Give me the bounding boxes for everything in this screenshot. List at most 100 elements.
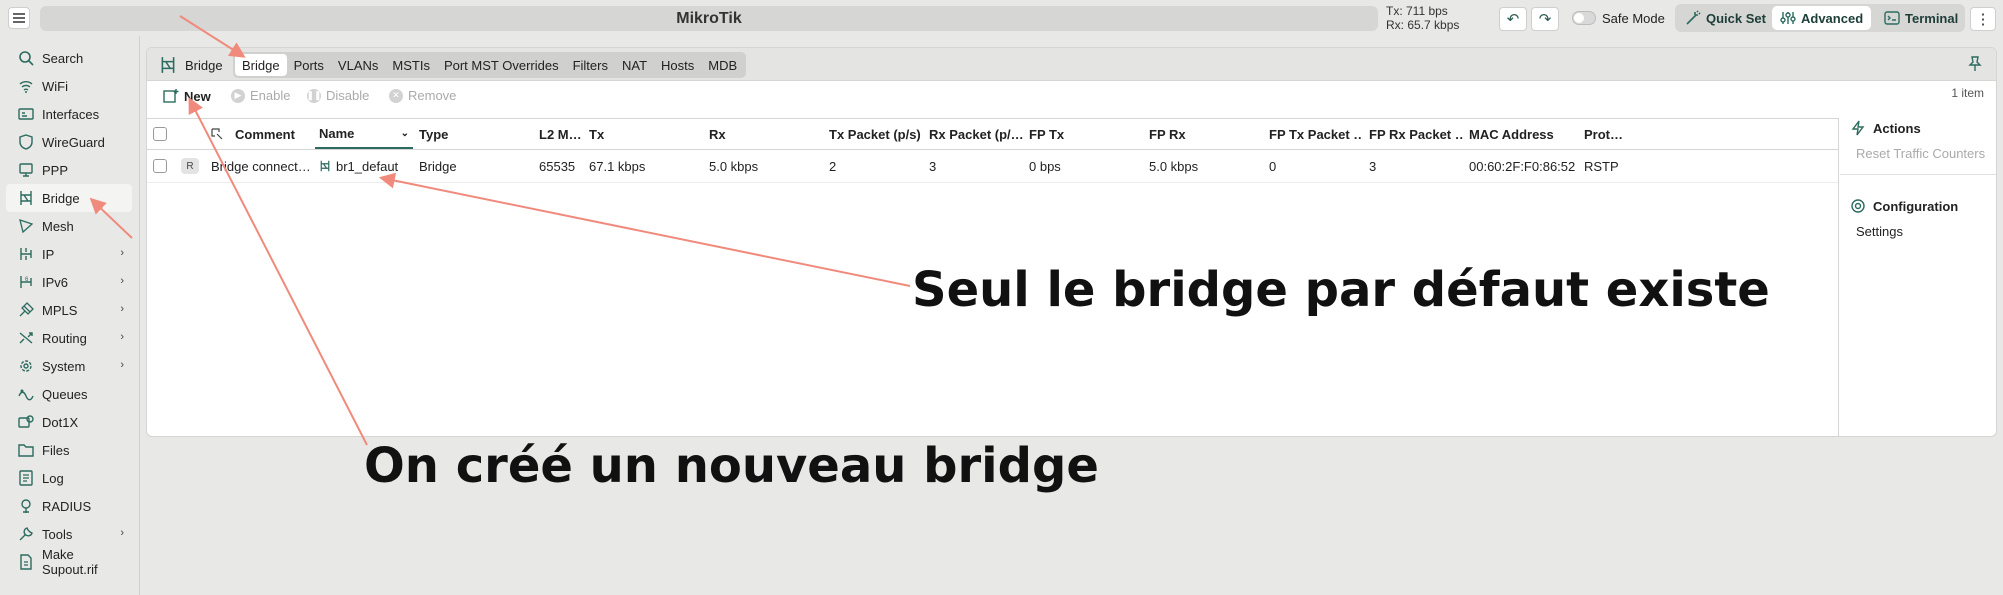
sidebar-item-dot1x[interactable]: Dot1X [6, 408, 132, 436]
ipv6-icon: 6 [20, 276, 32, 288]
tab-mdb[interactable]: MDB [701, 54, 744, 76]
cell-tx[interactable]: 67.1 kbps [589, 150, 699, 182]
cell-rx[interactable]: 5.0 kbps [709, 150, 819, 182]
sidebar-item-mpls[interactable]: MPLS › [6, 296, 132, 324]
row-divider [147, 182, 1838, 183]
cell-fp-tx[interactable]: 0 bps [1029, 150, 1139, 182]
redo-icon[interactable]: ↷ [1531, 7, 1559, 31]
sidebar-item-label: Interfaces [42, 106, 100, 122]
mpls-icon [19, 302, 34, 317]
column-header-tx-packet[interactable]: Tx Packet (p/s) [829, 119, 925, 149]
tab-bridge[interactable]: Bridge [235, 54, 287, 76]
reset-traffic-counters-button[interactable]: Reset Traffic Counters [1840, 142, 1996, 164]
row-flag: R [181, 150, 205, 182]
chevron-right-icon: › [120, 331, 124, 343]
play-icon: ▶ [231, 88, 245, 103]
sidebar-item-label: Routing [42, 330, 87, 346]
enable-button[interactable]: ▶ Enable [231, 88, 290, 103]
action-toolbar: New ▶ Enable ❚❚ Disable ✕ Remove [147, 82, 1996, 110]
sidebar-item-ip[interactable]: IP › [6, 240, 132, 268]
safe-mode-toggle[interactable] [1572, 11, 1596, 25]
cell-fp-tx-packet[interactable]: 0 [1269, 150, 1363, 182]
quick-set-button[interactable]: Quick Set [1677, 6, 1774, 30]
cell-rx-packet[interactable]: 3 [929, 150, 1025, 182]
wand-icon [1686, 10, 1701, 25]
column-header-fp-tx[interactable]: FP Tx [1029, 119, 1139, 149]
sidebar-item-wifi[interactable]: WiFi [6, 72, 132, 100]
column-header-type[interactable]: Type [419, 119, 529, 149]
column-header-mac-address[interactable]: MAC Address [1469, 119, 1579, 149]
mesh-icon [19, 219, 34, 234]
cell-fp-rx[interactable]: 5.0 kbps [1149, 150, 1259, 182]
cell-fp-rx-packet[interactable]: 3 [1369, 150, 1463, 182]
disable-button[interactable]: ❚❚ Disable [306, 88, 369, 103]
tab-port-mst-overrides[interactable]: Port MST Overrides [437, 54, 566, 76]
safe-mode-label: Safe Mode [1602, 11, 1665, 26]
shield-icon [19, 134, 33, 150]
configuration-heading: Configuration [1840, 192, 1996, 220]
advanced-button[interactable]: Advanced [1772, 6, 1872, 30]
more-options-icon[interactable]: ⋮ [1970, 7, 1996, 31]
sidebar-item-system[interactable]: System › [6, 352, 132, 380]
wifi-icon [19, 81, 33, 93]
terminal-button[interactable]: Terminal [1876, 6, 1966, 30]
sidebar-item-interfaces[interactable]: Interfaces [6, 100, 132, 128]
sidebar-item-search[interactable]: Search [6, 44, 132, 72]
sidebar-item-radius[interactable]: RADIUS [6, 492, 132, 520]
chevron-right-icon: › [120, 247, 124, 259]
cell-l2mtu[interactable]: 65535 [539, 150, 587, 182]
column-header-name[interactable]: Name ⌄ [315, 119, 413, 149]
remove-button[interactable]: ✕ Remove [389, 88, 456, 103]
sidebar-item-tools[interactable]: Tools › [6, 520, 132, 548]
tab-nat[interactable]: NAT [615, 54, 654, 76]
ppp-icon [19, 163, 33, 177]
menu-icon[interactable] [8, 7, 30, 29]
comment-toggle-icon[interactable] [211, 119, 231, 149]
cell-type[interactable]: Bridge [419, 150, 529, 182]
bridge-icon [320, 160, 330, 172]
column-header-protocol[interactable]: Prot… [1584, 119, 1634, 149]
select-all-checkbox[interactable] [153, 119, 175, 149]
sidebar-item-bridge[interactable]: Bridge [6, 184, 132, 212]
column-header-rx[interactable]: Rx [709, 119, 819, 149]
column-header-l2mtu[interactable]: L2 M… [539, 119, 581, 149]
column-header-comment[interactable]: Comment [235, 119, 305, 149]
sidebar-item-routing[interactable]: Routing › [6, 324, 132, 352]
column-header-fp-rx-packet[interactable]: FP Rx Packet … [1369, 119, 1463, 149]
column-header-tx[interactable]: Tx [589, 119, 699, 149]
cell-comment[interactable]: Bridge connect… [211, 150, 309, 182]
lightning-icon [1851, 120, 1865, 136]
tab-filters[interactable]: Filters [566, 54, 615, 76]
pin-icon[interactable] [1968, 56, 1982, 75]
sidebar-item-wireguard[interactable]: WireGuard [6, 128, 132, 156]
add-icon [163, 89, 179, 103]
cell-protocol[interactable]: RSTP [1584, 150, 1634, 182]
cell-tx-packet[interactable]: 2 [829, 150, 925, 182]
tab-ports[interactable]: Ports [287, 54, 331, 76]
chevron-right-icon: › [120, 275, 124, 287]
new-button[interactable]: New [163, 88, 211, 104]
gear-icon [20, 360, 32, 372]
tab-vlans[interactable]: VLANs [331, 54, 385, 76]
sidebar-item-queues[interactable]: Queues [6, 380, 132, 408]
sidebar-item-mesh[interactable]: Mesh [6, 212, 132, 240]
actions-title: Actions [1873, 120, 1921, 136]
row-checkbox[interactable] [153, 150, 175, 182]
settings-link[interactable]: Settings [1840, 220, 1996, 242]
sidebar-item-log[interactable]: Log [6, 464, 132, 492]
tab-mstis[interactable]: MSTIs [385, 54, 437, 76]
sidebar-item-ppp[interactable]: PPP [6, 156, 132, 184]
sidebar-item-make-supout[interactable]: Make Supout.rif [6, 547, 132, 577]
column-header-fp-rx[interactable]: FP Rx [1149, 119, 1259, 149]
column-header-rx-packet[interactable]: Rx Packet (p/… [929, 119, 1025, 149]
column-header-fp-tx-packet[interactable]: FP Tx Packet … [1269, 119, 1363, 149]
mode-switcher: Quick Set Advanced Terminal [1675, 4, 1965, 32]
sidebar-item-label: System [42, 358, 86, 374]
undo-icon[interactable]: ↶ [1499, 7, 1527, 31]
sidebar-item-ipv6[interactable]: 6 IPv6 › [6, 268, 132, 296]
search-icon [19, 51, 34, 66]
sidebar-item-files[interactable]: Files [6, 436, 132, 464]
cell-name[interactable]: br1_defaut [319, 150, 413, 182]
tab-hosts[interactable]: Hosts [654, 54, 701, 76]
cell-mac-address[interactable]: 00:60:2F:F0:86:52 [1469, 150, 1579, 182]
